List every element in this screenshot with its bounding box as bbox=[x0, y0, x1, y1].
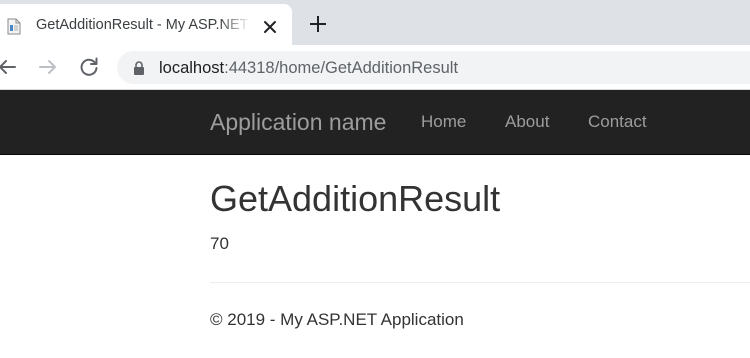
tab-strip: GetAdditionResult - My ASP.NET Applicati… bbox=[0, 0, 750, 45]
lock-icon[interactable] bbox=[133, 61, 145, 75]
url-text[interactable]: localhost:44318/home/GetAdditionResult bbox=[159, 57, 458, 79]
tab-title: GetAdditionResult - My ASP.NET Applicati… bbox=[36, 17, 250, 33]
url-path: :44318/home/GetAdditionResult bbox=[224, 59, 459, 77]
reload-icon[interactable] bbox=[77, 55, 101, 79]
brand-link[interactable]: Application name bbox=[210, 109, 386, 135]
plus-icon[interactable] bbox=[305, 11, 331, 37]
arrow-left-icon[interactable] bbox=[0, 55, 19, 79]
nav-link-contact[interactable]: Contact bbox=[588, 112, 647, 132]
nav-link-about[interactable]: About bbox=[505, 112, 549, 132]
arrow-right-icon[interactable] bbox=[36, 55, 60, 79]
address-bar[interactable]: localhost:44318/home/GetAdditionResult bbox=[117, 51, 750, 84]
close-icon[interactable] bbox=[259, 16, 281, 38]
url-host: localhost bbox=[159, 59, 225, 77]
nav-link-home[interactable]: Home bbox=[421, 112, 466, 132]
addition-result-value: 70 bbox=[210, 234, 229, 253]
site-navbar: Application name Home About Contact bbox=[0, 90, 750, 155]
page-title: GetAdditionResult bbox=[210, 178, 501, 219]
browser-tab[interactable]: GetAdditionResult - My ASP.NET Applicati… bbox=[0, 4, 292, 45]
footer-divider bbox=[210, 282, 750, 283]
browser-toolbar: localhost:44318/home/GetAdditionResult bbox=[0, 45, 750, 90]
footer-copyright: © 2019 - My ASP.NET Application bbox=[210, 310, 464, 329]
document-page-icon bbox=[7, 18, 21, 35]
